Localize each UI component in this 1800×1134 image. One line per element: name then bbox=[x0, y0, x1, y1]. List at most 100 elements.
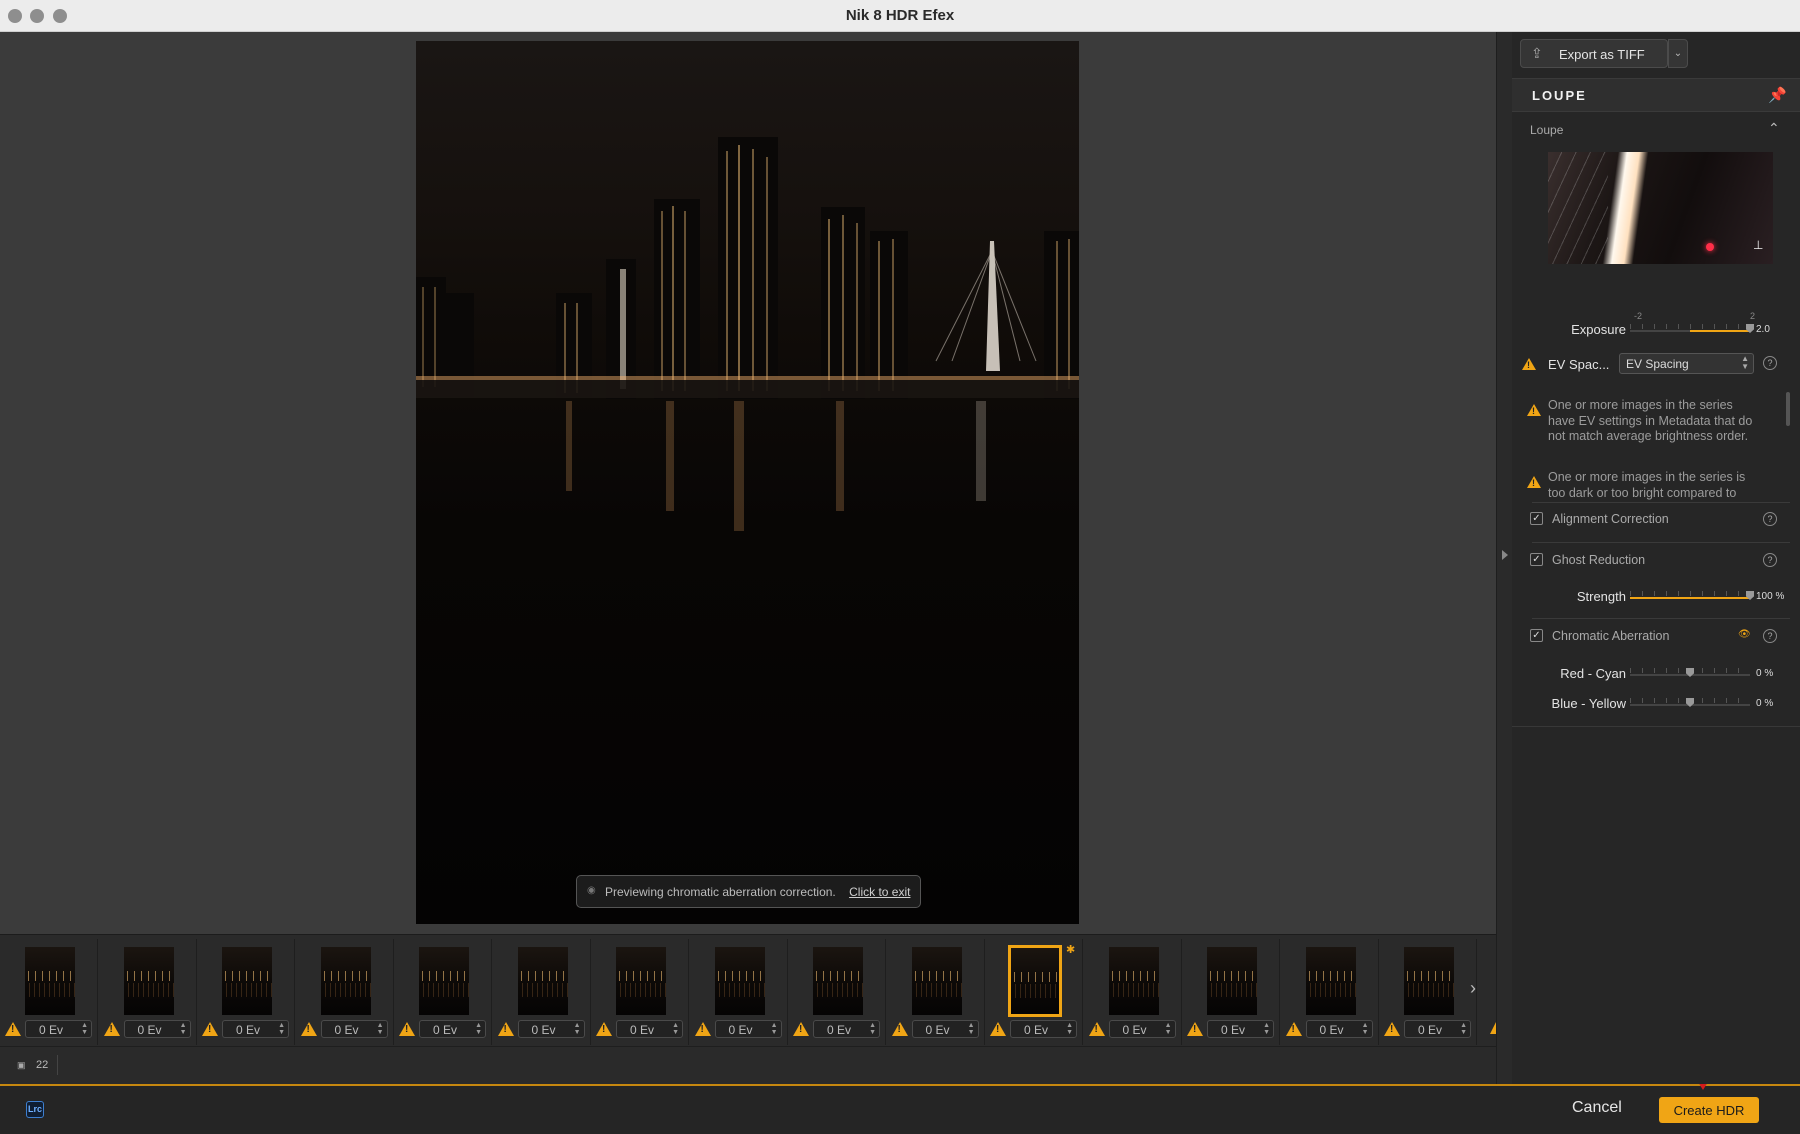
thumbnail-lights bbox=[1011, 972, 1059, 982]
exposure-label: Exposure bbox=[1571, 322, 1626, 337]
frame-thumbnail[interactable] bbox=[1207, 947, 1257, 1015]
frame-thumbnail[interactable] bbox=[25, 947, 75, 1015]
exposure-value: 2.0 bbox=[1756, 324, 1770, 335]
filmstrip-frame[interactable]: 0 Ev ▲▼ bbox=[690, 939, 788, 1045]
help-icon[interactable]: ? bbox=[1763, 512, 1777, 526]
ev-stepper[interactable]: 0 Ev ▲ ▼ bbox=[911, 1020, 979, 1038]
hdr-preview-image[interactable] bbox=[416, 41, 1079, 924]
ev-stepper[interactable]: 0 Ev ▲ ▼ bbox=[714, 1020, 782, 1038]
filmstrip-frame[interactable]: 0 Ev ▲▼ bbox=[1084, 939, 1182, 1045]
ev-stepper[interactable]: 0 Ev ▲ ▼ bbox=[1404, 1020, 1471, 1038]
frame-thumbnail[interactable] bbox=[1008, 945, 1062, 1017]
pin-icon[interactable]: 📌 bbox=[1768, 86, 1787, 104]
frame-thumbnail[interactable] bbox=[1108, 947, 1159, 1015]
strength-slider-row: Strength 100 % bbox=[1512, 587, 1800, 607]
frame-thumbnail[interactable] bbox=[1404, 947, 1454, 1015]
stepper-arrows-icon[interactable]: ▲ ▼ bbox=[574, 1022, 581, 1036]
filmstrip-frame[interactable]: 0 Ev ▲▼ bbox=[887, 939, 985, 1045]
thumbnail-reflection bbox=[1108, 983, 1159, 997]
filmstrip-frame[interactable]: 0 Ev ▲▼ bbox=[591, 939, 689, 1045]
exit-preview-link[interactable]: Click to exit bbox=[849, 885, 910, 899]
pin-icon[interactable]: ⊥ bbox=[1753, 238, 1763, 252]
cancel-button[interactable]: Cancel bbox=[1572, 1099, 1622, 1117]
frame-thumbnail[interactable] bbox=[517, 947, 568, 1015]
ev-stepper[interactable]: 0 Ev ▲ ▼ bbox=[1108, 1020, 1176, 1038]
thumbnail-reflection bbox=[1404, 983, 1454, 997]
stepper-arrows-icon[interactable]: ▲ ▼ bbox=[1066, 1022, 1073, 1036]
alignment-correction-checkbox[interactable]: ✓ bbox=[1530, 512, 1543, 525]
ev-stepper[interactable]: 0 Ev ▲ ▼ bbox=[1010, 1020, 1077, 1038]
stepper-arrows-icon[interactable]: ▲ ▼ bbox=[475, 1022, 482, 1036]
frame-thumbnail[interactable] bbox=[616, 947, 666, 1015]
create-hdr-button[interactable]: Create HDR bbox=[1659, 1097, 1759, 1123]
ev-stepper[interactable]: 0 Ev ▲ ▼ bbox=[222, 1020, 289, 1038]
thumbnail-reflection bbox=[419, 983, 469, 997]
filmstrip-frame[interactable]: 0 Ev ▲▼ bbox=[296, 939, 394, 1045]
warning-messages[interactable]: One or more images in the series have EV… bbox=[1522, 390, 1790, 502]
panel-toggle-strip[interactable] bbox=[1496, 32, 1512, 1084]
strength-value: 100 % bbox=[1756, 591, 1785, 602]
stepper-arrows-icon[interactable]: ▲ ▼ bbox=[1362, 1022, 1369, 1036]
ev-value: 0 Ev bbox=[1418, 1023, 1443, 1037]
frame-thumbnail[interactable] bbox=[320, 947, 371, 1015]
stepper-arrows-icon[interactable]: ▲ ▼ bbox=[869, 1022, 876, 1036]
ev-stepper[interactable]: 0 Ev ▲ ▼ bbox=[1305, 1020, 1373, 1038]
ev-stepper[interactable]: 0 Ev ▲ ▼ bbox=[616, 1020, 683, 1038]
ev-stepper[interactable]: 0 Ev ▲ ▼ bbox=[419, 1020, 486, 1038]
filmstrip-frame[interactable]: 0 Ev ▲▼ bbox=[394, 939, 492, 1045]
ev-stepper[interactable]: 0 Ev ▲ ▼ bbox=[517, 1020, 585, 1038]
warning-icon bbox=[694, 1022, 711, 1036]
stepper-arrows-icon[interactable]: ▲ ▼ bbox=[771, 1022, 778, 1036]
filmstrip-frame[interactable]: 0 Ev ▲▼ bbox=[1379, 939, 1477, 1045]
stepper-arrows-icon[interactable]: ▲ ▼ bbox=[278, 1022, 285, 1036]
thumbnail-lights bbox=[320, 971, 371, 981]
help-icon[interactable]: ? bbox=[1763, 629, 1777, 643]
stepper-arrows-icon[interactable]: ▲ ▼ bbox=[81, 1022, 88, 1036]
eye-icon[interactable]: 👁 bbox=[1738, 629, 1751, 640]
filmstrip-frame[interactable]: ✱ 0 Ev ▲▼ bbox=[985, 939, 1083, 1045]
frame-thumbnail[interactable] bbox=[813, 947, 863, 1015]
stepper-arrows-icon[interactable]: ▲ ▼ bbox=[1263, 1022, 1270, 1036]
ev-stepper[interactable]: 0 Ev ▲ ▼ bbox=[25, 1020, 92, 1038]
export-dropdown-button[interactable]: ⌄ bbox=[1668, 39, 1688, 68]
frame-thumbnail[interactable] bbox=[222, 947, 272, 1015]
frame-thumbnail[interactable] bbox=[1305, 947, 1356, 1015]
frame-thumbnail[interactable] bbox=[714, 947, 765, 1015]
thumbnail-reflection bbox=[813, 983, 863, 997]
help-icon[interactable]: ? bbox=[1763, 553, 1777, 567]
stepper-arrows-icon[interactable]: ▲ ▼ bbox=[180, 1022, 187, 1036]
divider bbox=[1532, 502, 1790, 503]
filmstrip-frame[interactable]: 0 Ev ▲▼ bbox=[1182, 939, 1280, 1045]
filmstrip-frame[interactable]: 0 Ev ▲▼ bbox=[0, 939, 98, 1045]
stepper-arrows-icon[interactable]: ▲ ▼ bbox=[1460, 1022, 1467, 1036]
chromatic-aberration-checkbox[interactable]: ✓ bbox=[1530, 629, 1543, 642]
help-icon[interactable]: ? bbox=[1763, 356, 1777, 370]
filmstrip-frame[interactable]: 0 Ev ▲▼ bbox=[493, 939, 591, 1045]
filmstrip-frame[interactable]: 0 Ev ▲▼ bbox=[788, 939, 886, 1045]
frame-thumbnail[interactable] bbox=[419, 947, 469, 1015]
ev-spacing-select[interactable]: EV Spacing ▲ ▼ bbox=[1619, 353, 1754, 374]
stepper-arrows-icon[interactable]: ▲ ▼ bbox=[968, 1022, 975, 1036]
frame-thumbnail[interactable] bbox=[911, 947, 962, 1015]
ev-stepper[interactable]: 0 Ev ▲ ▼ bbox=[320, 1020, 388, 1038]
filmstrip-frame[interactable]: 0 Ev ▲▼ bbox=[1281, 939, 1379, 1045]
messages-scrollbar[interactable] bbox=[1786, 392, 1790, 426]
ev-stepper[interactable]: 0 Ev ▲ ▼ bbox=[813, 1020, 880, 1038]
expand-panel-icon[interactable] bbox=[1502, 550, 1508, 560]
stepper-arrows-icon[interactable]: ▲ ▼ bbox=[377, 1022, 384, 1036]
export-button[interactable]: ⇪ Export as TIFF bbox=[1520, 39, 1668, 68]
thumbnail-lights bbox=[1207, 971, 1257, 981]
warning-icon bbox=[990, 1022, 1006, 1036]
chevron-up-icon[interactable]: ⌃ bbox=[1768, 120, 1780, 137]
filmstrip-frame[interactable]: 0 Ev ▲▼ bbox=[99, 939, 197, 1045]
thumbnail-reflection bbox=[25, 983, 75, 997]
ev-value: 0 Ev bbox=[334, 1023, 359, 1037]
ev-stepper[interactable]: 0 Ev ▲ ▼ bbox=[123, 1020, 191, 1038]
ghost-reduction-checkbox[interactable]: ✓ bbox=[1530, 553, 1543, 566]
stepper-arrows-icon[interactable]: ▲ ▼ bbox=[1165, 1022, 1172, 1036]
frame-thumbnail[interactable] bbox=[123, 947, 174, 1015]
filmstrip-frame[interactable]: 0 Ev ▲▼ bbox=[197, 939, 295, 1045]
ev-stepper[interactable]: 0 Ev ▲ ▼ bbox=[1207, 1020, 1274, 1038]
stepper-arrows-icon[interactable]: ▲ ▼ bbox=[672, 1022, 679, 1036]
loupe-preview[interactable]: ⊥ bbox=[1548, 152, 1773, 264]
